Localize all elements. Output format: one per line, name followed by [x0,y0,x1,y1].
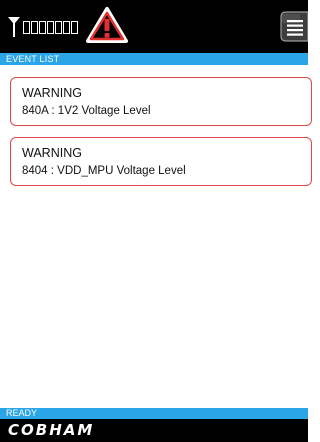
status-bar [0,0,308,53]
event-description: 8404 : VDD_MPU Voltage Level [22,165,186,177]
signal-bar [31,21,38,34]
page-title: EVENT LIST [0,53,308,65]
event-severity: WARNING [22,86,82,100]
event-description: 840A : 1V2 Voltage Level [22,105,151,117]
event-severity: WARNING [22,146,82,160]
signal-bar [39,21,46,34]
event-item[interactable]: WARNING 8404 : VDD_MPU Voltage Level [10,137,312,186]
footer-bar: COBHAM [0,419,308,442]
status-text: READY [0,408,308,419]
signal-bar [23,21,30,34]
signal-bars [23,21,78,34]
signal-bar [63,21,70,34]
signal-bar [55,21,62,34]
signal-bar [71,21,78,34]
brand-logo: COBHAM [8,421,95,439]
warning-triangle-icon[interactable] [85,6,129,44]
event-list: WARNING 840A : 1V2 Voltage Level WARNING… [0,65,312,408]
antenna-icon [8,17,20,37]
event-item[interactable]: WARNING 840A : 1V2 Voltage Level [10,77,312,126]
signal-bar [47,21,54,34]
menu-list-icon[interactable] [280,11,308,42]
